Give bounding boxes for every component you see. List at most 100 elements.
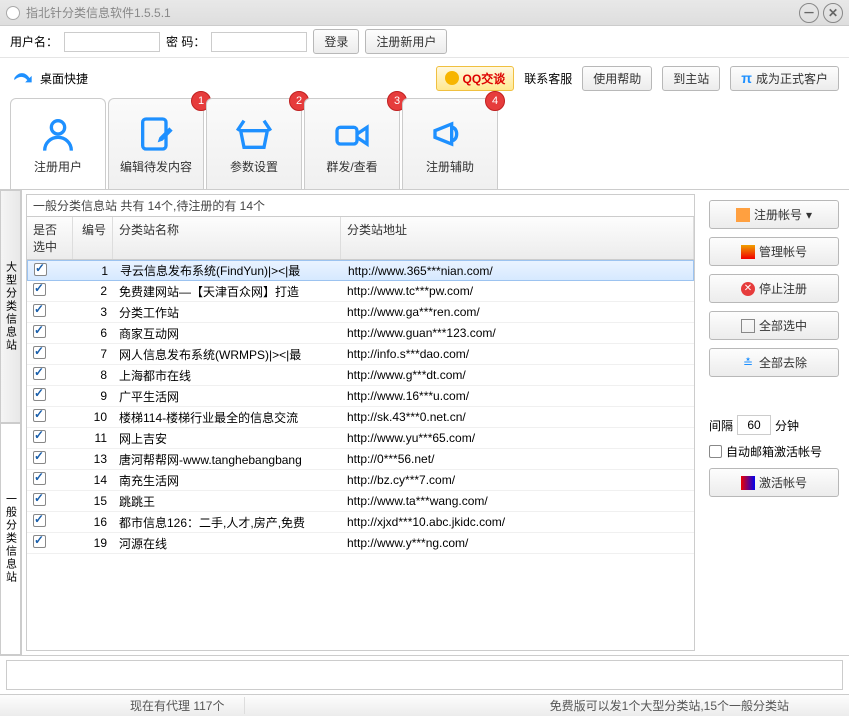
interval-row: 间隔 分钟	[709, 415, 839, 435]
row-checkbox[interactable]	[33, 409, 46, 422]
row-checkbox[interactable]	[33, 283, 46, 296]
auto-mail-checkbox[interactable]: 自动邮箱激活帐号	[709, 443, 839, 460]
stop-register-button[interactable]: ✕停止注册	[709, 274, 839, 303]
table-row[interactable]: 1寻云信息发布系统(FindYun)|><|最http://www.365***…	[27, 260, 694, 281]
vtab-general-sites[interactable]: 一般分类信息站	[0, 423, 21, 656]
grid-summary: 一般分类信息站 共有 14个,待注册的有 14个	[27, 195, 694, 216]
table-row[interactable]: 19河源在线http://www.y***ng.com/	[27, 533, 694, 554]
tab-send-view[interactable]: 3 群发/查看	[304, 98, 400, 189]
row-url: http://www.16***u.com/	[341, 387, 694, 405]
row-number: 10	[73, 408, 113, 426]
username-input[interactable]	[64, 32, 160, 52]
col-url[interactable]: 分类站地址	[341, 217, 694, 259]
row-name: 分类工作站	[113, 302, 341, 323]
register-account-label: 注册帐号	[754, 206, 802, 223]
col-select[interactable]: 是否选中	[27, 217, 73, 259]
row-number: 13	[73, 450, 113, 468]
close-button[interactable]: ✕	[823, 3, 843, 23]
row-name: 跳跳王	[113, 491, 341, 512]
row-checkbox[interactable]	[33, 325, 46, 338]
table-row[interactable]: 6商家互动网http://www.guan***123.com/	[27, 323, 694, 344]
dropdown-icon: ▾	[806, 208, 812, 222]
row-url: http://www.y***ng.com/	[341, 534, 694, 552]
password-label: 密 码：	[166, 33, 205, 50]
help-button[interactable]: 使用帮助	[582, 66, 652, 91]
vtab-large-sites[interactable]: 大型分类信息站	[0, 190, 21, 423]
manage-account-button[interactable]: 管理帐号	[709, 237, 839, 266]
tab-label: 参数设置	[230, 158, 278, 175]
row-name: 唐河帮帮网-www.tanghebangbang	[113, 449, 341, 470]
table-row[interactable]: 15跳跳王http://www.ta***wang.com/	[27, 491, 694, 512]
become-customer-button[interactable]: π成为正式客户	[730, 66, 839, 91]
table-row[interactable]: 8上海都市在线http://www.g***dt.com/	[27, 365, 694, 386]
login-bar: 用户名： 密 码： 登录 注册新用户	[0, 26, 849, 58]
stop-register-label: 停止注册	[759, 280, 807, 297]
row-checkbox[interactable]	[33, 493, 46, 506]
row-checkbox[interactable]	[33, 514, 46, 527]
table-row[interactable]: 2免费建网站—【天津百众网】打造http://www.tc***pw.com/	[27, 281, 694, 302]
row-checkbox[interactable]	[33, 430, 46, 443]
select-all-label: 全部选中	[759, 317, 807, 334]
qq-contact-button[interactable]: QQ交谈	[436, 66, 515, 91]
table-row[interactable]: 10楼梯114-楼梯行业最全的信息交流http://sk.43***0.net.…	[27, 407, 694, 428]
row-checkbox[interactable]	[33, 367, 46, 380]
row-checkbox[interactable]	[34, 263, 47, 276]
table-row[interactable]: 13唐河帮帮网-www.tanghebangbanghttp://0***56.…	[27, 449, 694, 470]
interval-label: 间隔	[709, 417, 733, 434]
row-checkbox[interactable]	[33, 304, 46, 317]
table-row[interactable]: 16都市信息126：二手,人才,房产,免费http://xjxd***10.ab…	[27, 512, 694, 533]
row-checkbox[interactable]	[33, 472, 46, 485]
table-row[interactable]: 14南充生活网http://bz.cy***7.com/	[27, 470, 694, 491]
row-url: http://www.365***nian.com/	[342, 262, 693, 280]
remove-all-button[interactable]: ≛全部去除	[709, 348, 839, 377]
interval-unit: 分钟	[775, 417, 799, 434]
row-number: 19	[73, 534, 113, 552]
row-url: http://www.g***dt.com/	[341, 366, 694, 384]
table-row[interactable]: 3分类工作站http://www.ga***ren.com/	[27, 302, 694, 323]
table-row[interactable]: 7网人信息发布系统(WRMPS)|><|最http://info.s***dao…	[27, 344, 694, 365]
row-url: http://www.tc***pw.com/	[341, 282, 694, 300]
log-area[interactable]	[6, 660, 843, 690]
table-row[interactable]: 9广平生活网http://www.16***u.com/	[27, 386, 694, 407]
login-button[interactable]: 登录	[313, 29, 359, 54]
select-all-button[interactable]: 全部选中	[709, 311, 839, 340]
table-row[interactable]: 11网上吉安http://www.yu***65.com/	[27, 428, 694, 449]
desktop-shortcut-button[interactable]: 桌面快捷	[10, 65, 88, 91]
row-checkbox[interactable]	[33, 346, 46, 359]
grid-header: 是否选中 编号 分类站名称 分类站地址	[27, 216, 694, 260]
main-site-button[interactable]: 到主站	[662, 66, 720, 91]
register-account-button[interactable]: 注册帐号 ▾	[709, 200, 839, 229]
tab-edit-content[interactable]: 1 编辑待发内容	[108, 98, 204, 189]
tab-settings[interactable]: 2 参数设置	[206, 98, 302, 189]
register-user-button[interactable]: 注册新用户	[365, 29, 447, 54]
row-name: 都市信息126：二手,人才,房产,免费	[113, 512, 341, 533]
camera-icon	[332, 114, 372, 154]
tab-register-assist[interactable]: 4 注册辅助	[402, 98, 498, 189]
col-number[interactable]: 编号	[73, 217, 113, 259]
row-name: 广平生活网	[113, 386, 341, 407]
tab-label: 注册用户	[34, 158, 82, 175]
select-all-icon	[741, 319, 755, 333]
activate-account-button[interactable]: 激活帐号	[709, 468, 839, 497]
grid-body[interactable]: 1寻云信息发布系统(FindYun)|><|最http://www.365***…	[27, 260, 694, 650]
contact-service-label: 联系客服	[524, 70, 572, 87]
row-name: 楼梯114-楼梯行业最全的信息交流	[113, 407, 341, 428]
window-title: 指北针分类信息软件1.5.5.1	[26, 4, 171, 21]
row-checkbox[interactable]	[33, 451, 46, 464]
row-name: 网上吉安	[113, 428, 341, 449]
qq-label: QQ交谈	[463, 70, 506, 87]
row-checkbox[interactable]	[33, 535, 46, 548]
desktop-shortcut-label: 桌面快捷	[40, 70, 88, 87]
minimize-button[interactable]: －	[799, 3, 819, 23]
vertical-tabs: 大型分类信息站 一般分类信息站	[0, 190, 22, 655]
tab-register-user[interactable]: 注册用户	[10, 98, 106, 189]
interval-input[interactable]	[737, 415, 771, 435]
row-number: 6	[73, 324, 113, 342]
auto-mail-input[interactable]	[709, 445, 722, 458]
row-checkbox[interactable]	[33, 388, 46, 401]
toolbar: 桌面快捷 QQ交谈 联系客服 使用帮助 到主站 π成为正式客户	[0, 58, 849, 98]
become-customer-label: 成为正式客户	[756, 70, 828, 87]
password-input[interactable]	[211, 32, 307, 52]
username-label: 用户名：	[10, 33, 58, 50]
col-name[interactable]: 分类站名称	[113, 217, 341, 259]
